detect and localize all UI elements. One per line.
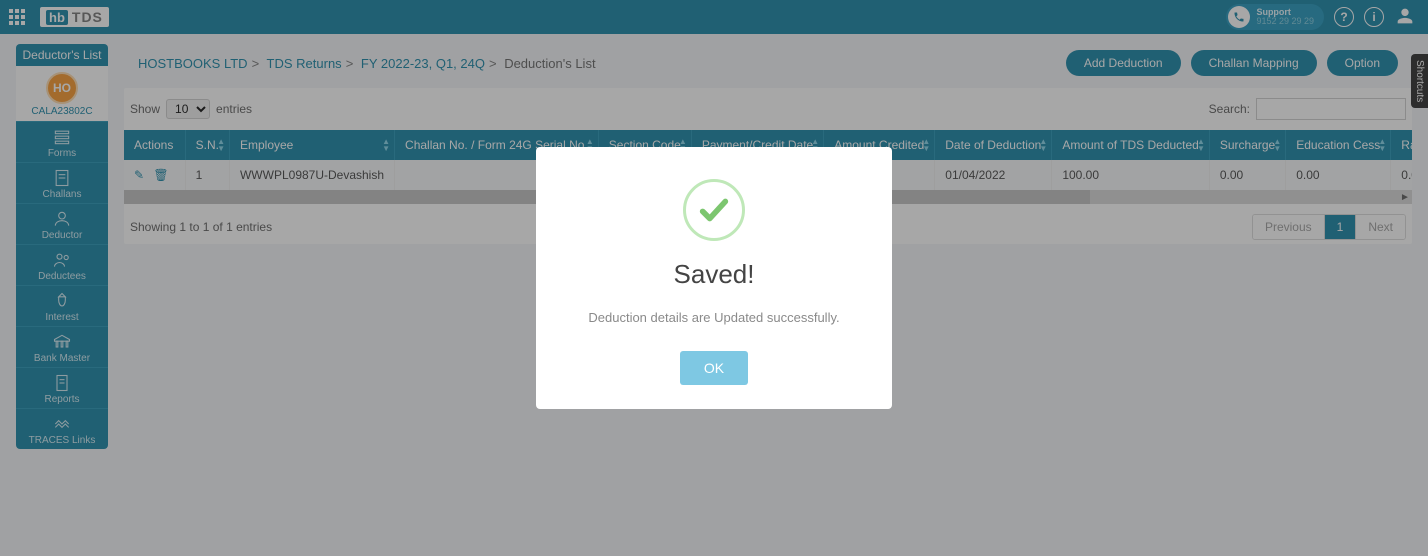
saved-modal: Saved! Deduction details are Updated suc… (536, 147, 892, 409)
modal-message: Deduction details are Updated successful… (556, 310, 872, 325)
modal-title: Saved! (556, 259, 872, 290)
modal-overlay: Saved! Deduction details are Updated suc… (0, 0, 1428, 556)
success-check-icon (683, 179, 745, 241)
modal-ok-button[interactable]: OK (680, 351, 748, 385)
